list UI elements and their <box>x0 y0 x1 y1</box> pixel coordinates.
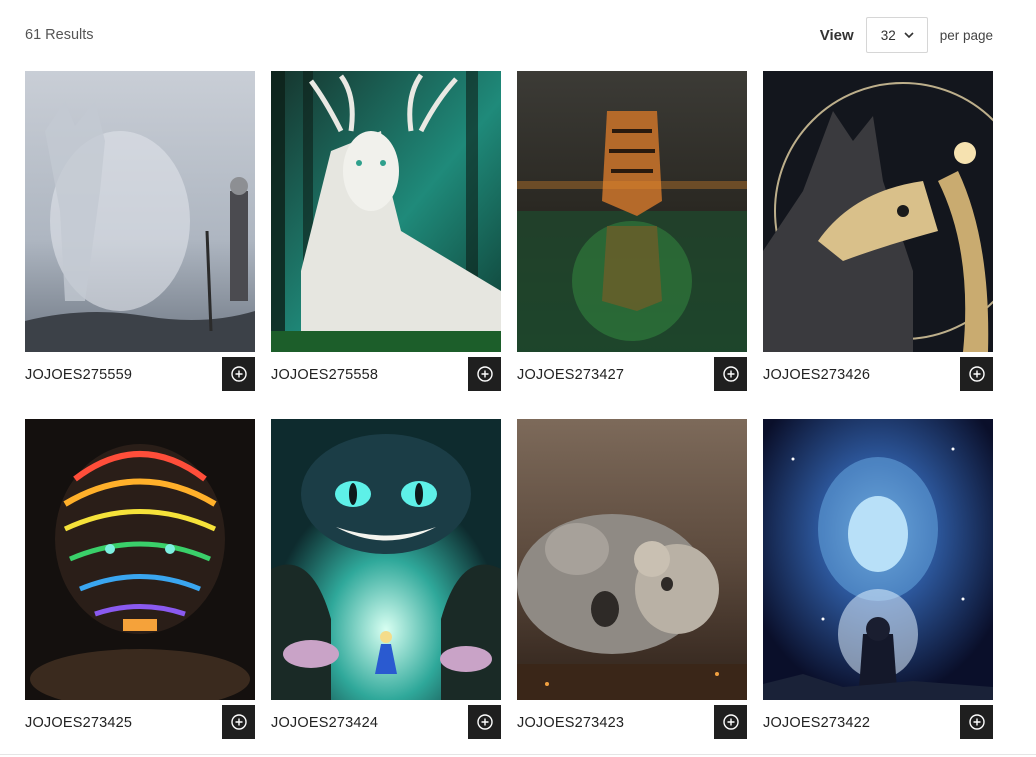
product-card: JOJOES273427 <box>517 71 747 391</box>
product-card-footer: JOJOES275559 <box>25 357 255 391</box>
divider <box>0 754 1036 755</box>
product-sku[interactable]: JOJOES273422 <box>763 715 870 731</box>
product-image-wolf-mist[interactable] <box>25 71 255 352</box>
product-sku[interactable]: JOJOES275559 <box>25 367 132 383</box>
product-card-footer: JOJOES273426 <box>763 357 993 391</box>
add-to-cart-button[interactable] <box>468 705 501 739</box>
product-card-footer: JOJOES273423 <box>517 705 747 739</box>
per-page-label: per page <box>939 27 993 43</box>
product-card-footer: JOJOES273422 <box>763 705 993 739</box>
product-card: JOJOES273426 <box>763 71 993 391</box>
per-page-control: View 32 per page <box>820 16 993 54</box>
product-image-white-stag[interactable] <box>271 71 501 352</box>
product-image-cosmic-lion[interactable] <box>763 419 993 700</box>
chevron-down-icon <box>904 32 914 39</box>
product-card-footer: JOJOES273424 <box>271 705 501 739</box>
plus-circle-icon <box>476 366 493 382</box>
plus-circle-icon <box>722 714 739 730</box>
per-page-value: 32 <box>880 27 896 43</box>
product-card-footer: JOJOES273427 <box>517 357 747 391</box>
add-to-cart-button[interactable] <box>222 357 255 391</box>
plus-circle-icon <box>476 714 493 730</box>
add-to-cart-button[interactable] <box>468 357 501 391</box>
product-card: JOJOES273425 <box>25 419 255 739</box>
product-image-neon-tiger[interactable] <box>25 419 255 700</box>
product-card: JOJOES273424 <box>271 419 501 739</box>
product-sku[interactable]: JOJOES273424 <box>271 715 378 731</box>
product-sku[interactable]: JOJOES273426 <box>763 367 870 383</box>
product-card: JOJOES273422 <box>763 419 993 739</box>
product-card: JOJOES275559 <box>25 71 255 391</box>
add-to-cart-button[interactable] <box>960 357 993 391</box>
plus-circle-icon <box>968 366 985 382</box>
add-to-cart-button[interactable] <box>222 705 255 739</box>
product-image-wolf-skeleton[interactable] <box>763 71 993 352</box>
add-to-cart-button[interactable] <box>714 357 747 391</box>
plus-circle-icon <box>968 714 985 730</box>
product-sku[interactable]: JOJOES275558 <box>271 367 378 383</box>
plus-circle-icon <box>230 366 247 382</box>
product-sku[interactable]: JOJOES273425 <box>25 715 132 731</box>
product-card: JOJOES273423 <box>517 419 747 739</box>
product-image-cheshire-alice[interactable] <box>271 419 501 700</box>
results-count: 61 Results <box>25 27 94 43</box>
plus-circle-icon <box>722 366 739 382</box>
add-to-cart-button[interactable] <box>714 705 747 739</box>
product-sku[interactable]: JOJOES273427 <box>517 367 624 383</box>
plus-circle-icon <box>230 714 247 730</box>
product-card-footer: JOJOES275558 <box>271 357 501 391</box>
add-to-cart-button[interactable] <box>960 705 993 739</box>
product-sku[interactable]: JOJOES273423 <box>517 715 624 731</box>
per-page-select[interactable]: 32 <box>865 17 928 53</box>
results-toolbar: 61 Results View 32 per page <box>25 16 993 54</box>
product-card: JOJOES275558 <box>271 71 501 391</box>
product-image-koala-family[interactable] <box>517 419 747 700</box>
view-label: View <box>819 26 854 44</box>
product-image-tiger-reflection[interactable] <box>517 71 747 352</box>
product-card-footer: JOJOES273425 <box>25 705 255 739</box>
